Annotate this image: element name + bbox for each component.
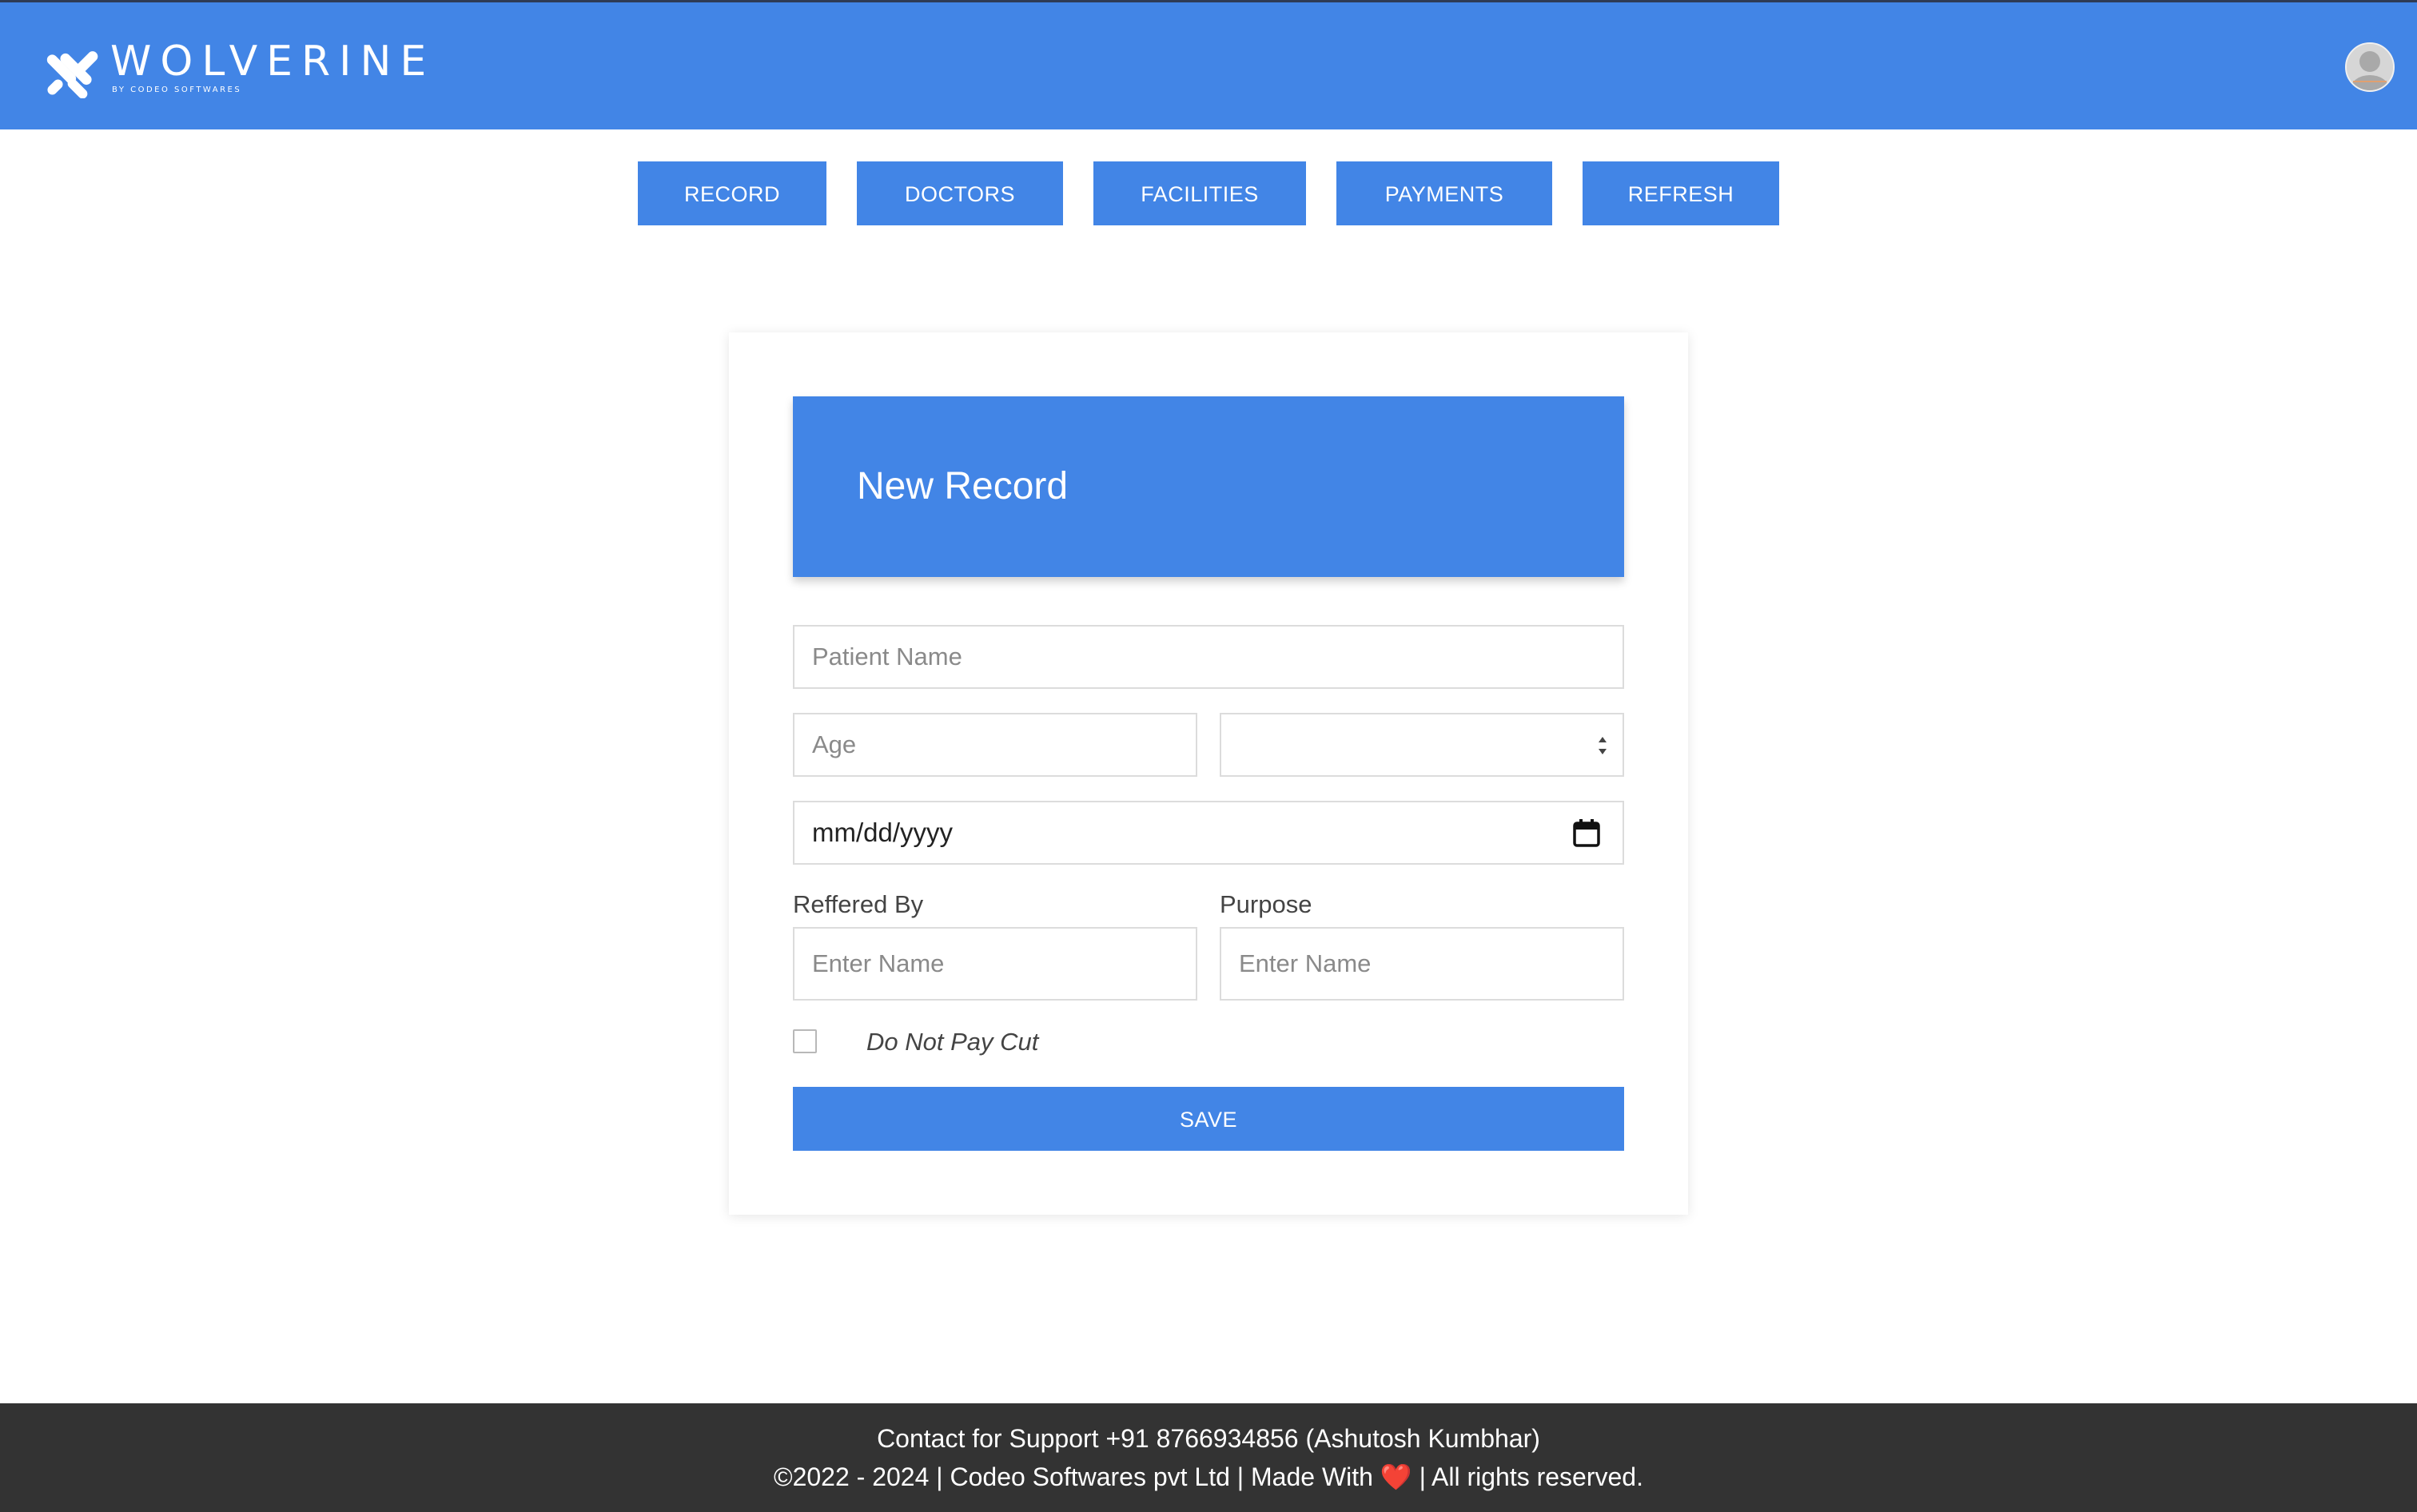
nav-facilities-button[interactable]: FACILITIES [1093,161,1306,225]
footer: Contact for Support +91 8766934856 (Ashu… [0,1403,2417,1512]
copyright-text: ©2022 - 2024 | Codeo Softwares pvt Ltd |… [0,1459,2417,1494]
nav-payments-button[interactable]: PAYMENTS [1336,161,1552,225]
page-title: New Record [857,465,1069,507]
save-button[interactable]: SAVE [793,1087,1624,1151]
referred-by-input[interactable] [793,927,1197,1001]
nav-doctors-button[interactable]: DOCTORS [857,161,1063,225]
brand-text: WOLVERINE BY CODEO SOFTWARES [110,38,435,95]
top-app-bar: WOLVERINE BY CODEO SOFTWARES [0,0,2417,129]
age-input[interactable] [793,713,1197,777]
date-input[interactable]: mm/dd/yyyy [793,801,1624,865]
calendar-icon[interactable] [1573,818,1600,847]
wolverine-claw-logo-icon [46,51,98,98]
nav-record-button[interactable]: RECORD [638,161,826,225]
new-record-card: New Record mm/dd/yyyy Reffered By Purpos… [729,332,1688,1215]
support-contact-text: Contact for Support +91 8766934856 (Ashu… [877,1424,1540,1453]
avatar-silhouette-icon [2347,44,2393,90]
brand-logo[interactable]: WOLVERINE BY CODEO SOFTWARES [45,38,435,98]
purpose-label: Purpose [1220,890,1312,918]
do-not-pay-cut-label[interactable]: Do Not Pay Cut [866,1028,1038,1056]
patient-name-input[interactable] [793,625,1624,689]
purpose-input[interactable] [1220,927,1624,1001]
select-arrows-icon [1599,737,1607,754]
nav-refresh-button[interactable]: REFRESH [1583,161,1779,225]
gender-select[interactable] [1220,713,1624,777]
card-header: New Record [793,396,1624,577]
brand-subtitle: BY CODEO SOFTWARES [112,86,242,94]
user-avatar-icon[interactable] [2345,42,2395,92]
date-input-placeholder: mm/dd/yyyy [812,818,954,847]
main-nav: RECORD DOCTORS FACILITIES PAYMENTS REFRE… [0,161,2417,225]
copyright-suffix: | All rights reserved. [1419,1462,1643,1491]
do-not-pay-cut-checkbox[interactable] [793,1029,817,1053]
referred-by-label: Reffered By [793,890,924,918]
heart-icon: ❤️ [1380,1462,1412,1491]
brand-name: WOLVERINE [110,38,436,86]
copyright-prefix: ©2022 - 2024 | Codeo Softwares pvt Ltd |… [774,1462,1373,1491]
